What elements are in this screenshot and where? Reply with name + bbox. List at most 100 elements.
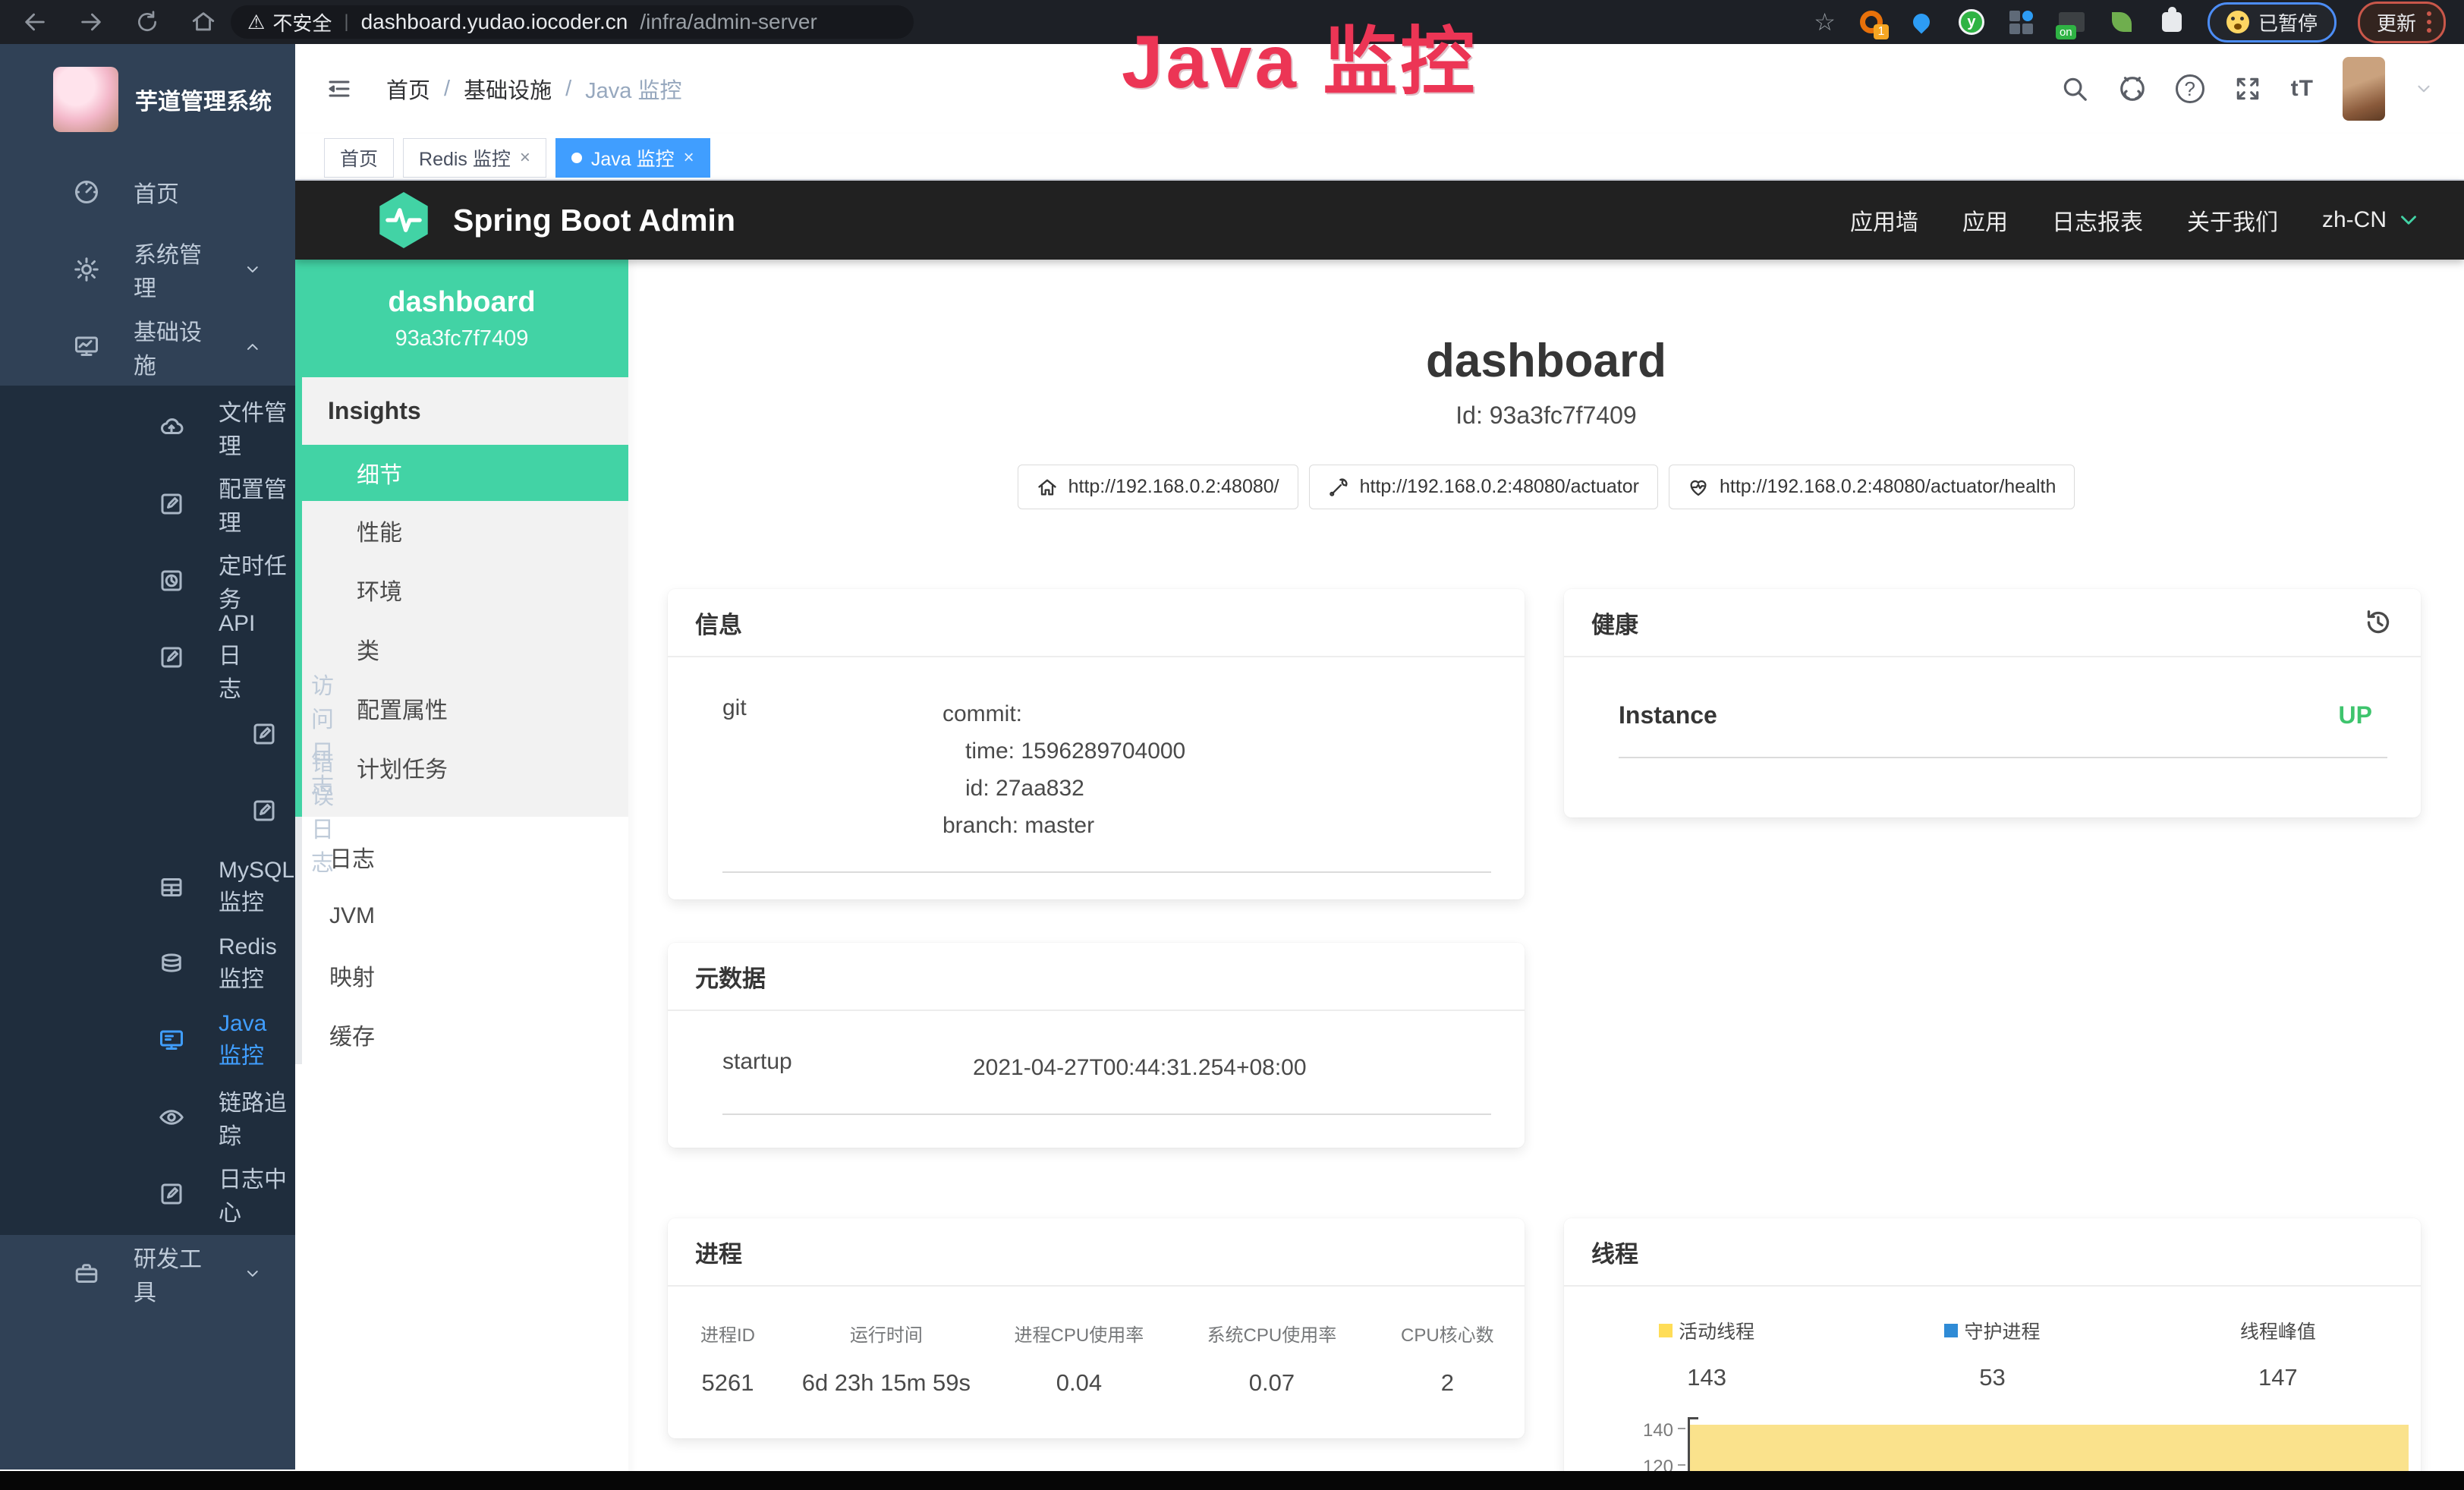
github-icon[interactable]: [2118, 74, 2147, 103]
service-url-button[interactable]: http://192.168.0.2:48080/: [1018, 465, 1298, 509]
sidebar-item-error-logs[interactable]: 错误日志: [0, 772, 295, 849]
actuator-url-button[interactable]: http://192.168.0.2:48080/actuator: [1309, 465, 1658, 509]
legend-daemon-threads: 守护进程: [1849, 1317, 2135, 1344]
sidebar-item-java-monitor[interactable]: Java 监控: [0, 1002, 295, 1079]
history-icon[interactable]: [2363, 607, 2393, 638]
edit-icon: [158, 1180, 185, 1208]
sidebar-item-home[interactable]: 首页: [0, 153, 295, 231]
browser-forward-button[interactable]: [76, 7, 106, 37]
sidebar-item-label: 配置管理: [219, 471, 295, 537]
extension-grid-icon[interactable]: [2007, 8, 2036, 36]
help-icon[interactable]: ?: [2176, 74, 2204, 103]
fullscreen-icon[interactable]: [2233, 74, 2262, 103]
font-size-icon[interactable]: tT: [2291, 76, 2314, 102]
address-bar[interactable]: ⚠ 不安全 | dashboard.yudao.iocoder.cn /infr…: [231, 5, 914, 39]
extension-leaf-icon[interactable]: [2107, 8, 2136, 36]
hamburger-icon[interactable]: [324, 75, 354, 102]
kebab-menu-icon[interactable]: [2427, 11, 2431, 33]
sba-locale-select[interactable]: zh-CN: [2322, 207, 2422, 233]
sba-nav-journal[interactable]: 日志报表: [2052, 203, 2143, 237]
divider: [722, 1114, 1491, 1115]
paused-badge[interactable]: 已暂停: [2208, 2, 2337, 43]
sidebar-item-access-logs[interactable]: 访问日志: [0, 695, 295, 772]
sba-nav-about[interactable]: 关于我们: [2187, 203, 2278, 237]
breadcrumb-home[interactable]: 首页: [386, 73, 430, 105]
sidebar-item-config-mgmt[interactable]: 配置管理: [0, 465, 295, 542]
main-content: dashboard Id: 93a3fc7f7409 http://192.16…: [628, 260, 2464, 1477]
sba-item-config-props[interactable]: 配置属性: [302, 679, 628, 738]
extension-pin-icon[interactable]: [1907, 8, 1936, 36]
sba-item-jvm[interactable]: JVM: [302, 887, 628, 946]
sba-nav-applications[interactable]: 应用: [1962, 203, 2008, 237]
close-icon[interactable]: ×: [684, 147, 694, 169]
sidebar-item-log-center[interactable]: 日志中心: [0, 1155, 295, 1232]
extension-orange-icon[interactable]: 1: [1857, 8, 1886, 36]
sba-sidebar: dashboard 93a3fc7f7409 Insights 细节 性能 环境…: [295, 260, 628, 1490]
sidebar-item-label: 链路追踪: [219, 1084, 295, 1151]
tab-redis-monitor[interactable]: Redis 监控 ×: [403, 138, 546, 178]
breadcrumb-current: Java 监控: [585, 73, 681, 105]
tab-home[interactable]: 首页: [324, 138, 394, 178]
chevron-down-icon: [244, 259, 262, 280]
app-logo-row[interactable]: 芋道管理系统: [0, 44, 295, 153]
sba-item-scheduled-tasks[interactable]: 计划任务: [302, 738, 628, 797]
page-title: dashboard: [628, 334, 2464, 388]
sidebar-item-label: 研发工具: [134, 1240, 210, 1307]
not-secure-chip[interactable]: ⚠ 不安全: [247, 8, 332, 36]
sba-item-classes[interactable]: 类: [302, 619, 628, 679]
health-url-button[interactable]: http://192.168.0.2:48080/actuator/health: [1669, 465, 2075, 509]
y-axis-cap: [1688, 1417, 1698, 1419]
bottom-black-strip: [0, 1471, 2464, 1490]
sba-item-label: 日志: [329, 840, 375, 874]
card-title: 信息: [695, 606, 742, 640]
metadata-key: startup: [722, 1049, 973, 1086]
sba-nav-wallboard[interactable]: 应用墙: [1850, 203, 1918, 237]
card-title: 健康: [1591, 606, 1638, 640]
bookmark-star-icon[interactable]: ☆: [1814, 8, 1836, 36]
sidebar-item-dev-tools[interactable]: 研发工具: [0, 1235, 295, 1312]
extension-on-icon[interactable]: on: [2057, 8, 2086, 36]
col-header-sys-cpu: 系统CPU使用率: [1173, 1320, 1370, 1347]
sidebar-item-file-mgmt[interactable]: 文件管理: [0, 389, 295, 465]
browser-back-button[interactable]: [20, 7, 50, 37]
sba-item-logs[interactable]: 日志: [302, 827, 628, 887]
col-header-uptime: 运行时间: [788, 1320, 985, 1347]
update-button[interactable]: 更新: [2358, 2, 2446, 43]
sba-item-caches[interactable]: 缓存: [302, 1005, 628, 1064]
user-avatar[interactable]: [2343, 57, 2385, 121]
sba-header: Spring Boot Admin 应用墙 应用 日志报表 关于我们 zh-CN: [295, 181, 2464, 260]
infrastructure-submenu: 文件管理 配置管理 定时任务 API 日志 访问日志 错误日志: [0, 386, 295, 1235]
gauge-icon: [73, 178, 100, 206]
extension-y-icon[interactable]: y: [1957, 8, 1986, 36]
git-id-line: id: 27aa832: [942, 770, 1491, 807]
cloud-upload-icon: [158, 414, 185, 441]
sidebar-item-tracing[interactable]: 链路追踪: [0, 1079, 295, 1155]
browser-home-button[interactable]: [188, 7, 219, 37]
peak-threads-value: 147: [2135, 1364, 2421, 1391]
sba-app-header[interactable]: dashboard 93a3fc7f7409: [295, 260, 628, 377]
instance-id: Id: 93a3fc7f7409: [628, 402, 2464, 430]
breadcrumb-infrastructure[interactable]: 基础设施: [464, 73, 552, 105]
browser-reload-button[interactable]: [132, 7, 162, 37]
sidebar-item-mysql-monitor[interactable]: MySQL 监控: [0, 849, 295, 925]
sba-item-label: 缓存: [329, 1018, 375, 1051]
sba-item-environment[interactable]: 环境: [302, 560, 628, 619]
extensions-puzzle-icon[interactable]: [2157, 8, 2186, 36]
sidebar-item-label: 定时任务: [219, 547, 295, 614]
sidebar-item-infrastructure[interactable]: 基础设施: [0, 308, 295, 386]
tab-java-monitor[interactable]: Java 监控 ×: [555, 138, 710, 178]
search-icon[interactable]: [2060, 74, 2089, 103]
divider: [722, 871, 1491, 873]
sidebar-item-system-mgmt[interactable]: 系统管理: [0, 231, 295, 308]
layers-icon: [158, 950, 185, 978]
close-icon[interactable]: ×: [520, 147, 530, 169]
avatar-caret-icon[interactable]: [2414, 79, 2434, 99]
sba-item-metrics[interactable]: 性能: [302, 501, 628, 560]
sba-item-details[interactable]: 细节: [295, 445, 628, 501]
sba-item-mappings[interactable]: 映射: [302, 946, 628, 1005]
sidebar-item-redis-monitor[interactable]: Redis 监控: [0, 925, 295, 1002]
y-tick-140: 140: [1628, 1420, 1673, 1441]
sidebar-item-scheduled-tasks[interactable]: 定时任务: [0, 542, 295, 619]
sidebar-item-api-logs[interactable]: API 日志: [0, 619, 295, 695]
process-table: 进程ID 运行时间 进程CPU使用率 系统CPU使用率 CPU核心数 5261 …: [668, 1287, 1525, 1397]
